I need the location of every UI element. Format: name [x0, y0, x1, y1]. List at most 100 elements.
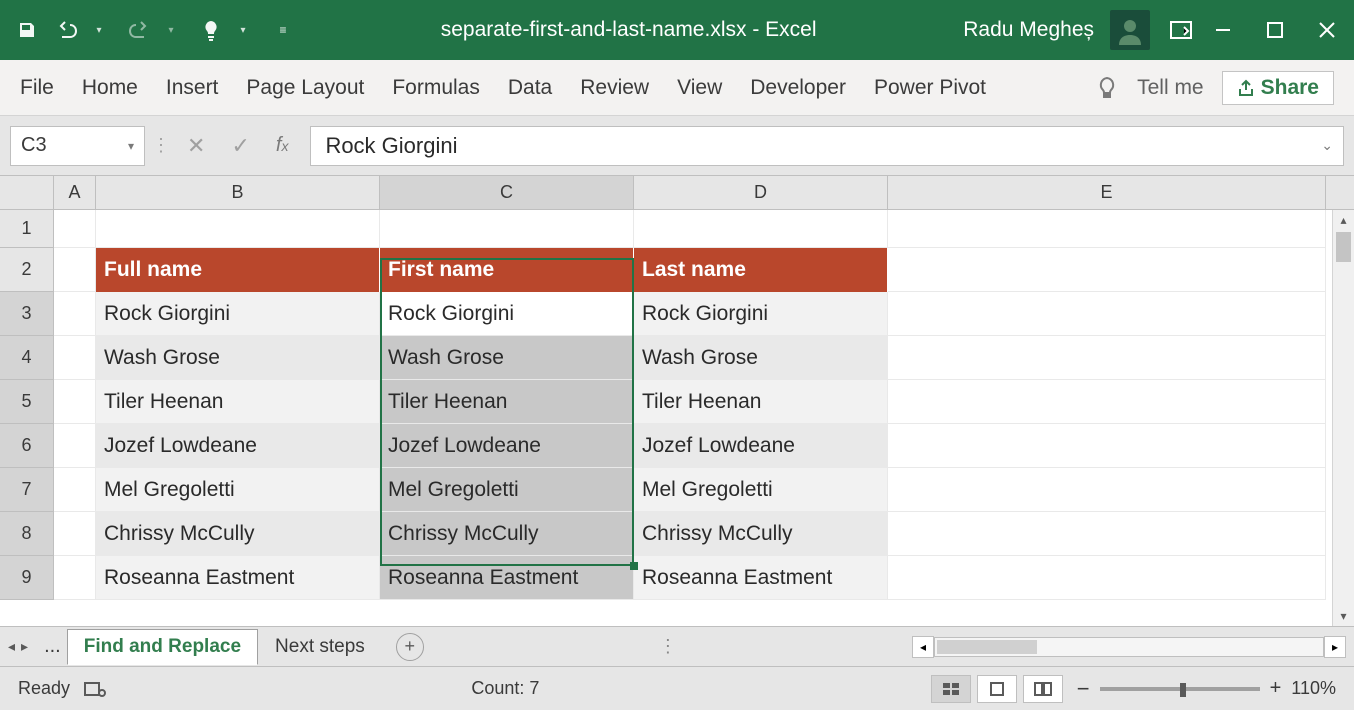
col-header-d[interactable]: D [634, 176, 888, 209]
cell-c3[interactable]: Rock Giorgini [380, 292, 634, 336]
vscroll-thumb[interactable] [1336, 232, 1351, 262]
cell-b6[interactable]: Jozef Lowdeane [96, 424, 380, 468]
accept-formula-icon[interactable]: ✓ [231, 133, 249, 159]
cell-b7[interactable]: Mel Gregoletti [96, 468, 380, 512]
cell-d7[interactable]: Mel Gregoletti [634, 468, 888, 512]
row-header-9[interactable]: 9 [0, 556, 54, 600]
cell-e2[interactable] [888, 248, 1326, 292]
insert-function-icon[interactable]: fx [276, 134, 289, 157]
ribbon-display-icon[interactable] [1170, 19, 1192, 41]
sheet-next-icon[interactable]: ▸ [21, 638, 28, 655]
close-icon[interactable] [1316, 19, 1338, 41]
tab-formulas[interactable]: Formulas [392, 76, 480, 100]
avatar[interactable] [1110, 10, 1150, 50]
sheet-tab-active[interactable]: Find and Replace [67, 629, 258, 665]
cell-a5[interactable] [54, 380, 96, 424]
undo-icon[interactable] [56, 19, 78, 41]
view-page-layout-icon[interactable] [977, 675, 1017, 703]
cell-a4[interactable] [54, 336, 96, 380]
tab-file[interactable]: File [20, 76, 54, 100]
vertical-scrollbar[interactable]: ▴ ▾ [1332, 210, 1354, 626]
cell-e6[interactable] [888, 424, 1326, 468]
cell-a7[interactable] [54, 468, 96, 512]
cell-b4[interactable]: Wash Grose [96, 336, 380, 380]
cell-c7[interactable]: Mel Gregoletti [380, 468, 634, 512]
hscroll-left-icon[interactable]: ◂ [912, 636, 934, 658]
cell-c5[interactable]: Tiler Heenan [380, 380, 634, 424]
cell-d6[interactable]: Jozef Lowdeane [634, 424, 888, 468]
cell-d1[interactable] [634, 210, 888, 248]
cell-b3[interactable]: Rock Giorgini [96, 292, 380, 336]
redo-dropdown-icon[interactable]: ▾ [160, 19, 182, 41]
tab-power-pivot[interactable]: Power Pivot [874, 76, 986, 100]
cell-b2[interactable]: Full name [96, 248, 380, 292]
cancel-formula-icon[interactable]: ✕ [187, 133, 205, 159]
zoom-slider[interactable] [1100, 687, 1260, 691]
view-page-break-icon[interactable] [1023, 675, 1063, 703]
cell-e7[interactable] [888, 468, 1326, 512]
row-header-2[interactable]: 2 [0, 248, 54, 292]
cell-b5[interactable]: Tiler Heenan [96, 380, 380, 424]
hscroll-right-icon[interactable]: ▸ [1324, 636, 1346, 658]
row-header-6[interactable]: 6 [0, 424, 54, 468]
tab-home[interactable]: Home [82, 76, 138, 100]
cell-e1[interactable] [888, 210, 1326, 248]
cell-c2[interactable]: First name [380, 248, 634, 292]
row-header-5[interactable]: 5 [0, 380, 54, 424]
cell-d9[interactable]: Roseanna Eastment [634, 556, 888, 600]
cell-a1[interactable] [54, 210, 96, 248]
redo-icon[interactable] [128, 19, 150, 41]
scroll-down-icon[interactable]: ▾ [1333, 606, 1354, 626]
horizontal-scrollbar[interactable]: ◂ ▸ [912, 636, 1346, 658]
name-box-dropdown-icon[interactable]: ▾ [128, 139, 134, 153]
cell-a6[interactable] [54, 424, 96, 468]
zoom-thumb[interactable] [1180, 683, 1186, 697]
row-header-3[interactable]: 3 [0, 292, 54, 336]
minimize-icon[interactable] [1212, 19, 1234, 41]
hscroll-track[interactable] [934, 637, 1324, 657]
view-normal-icon[interactable] [931, 675, 971, 703]
zoom-out-icon[interactable]: − [1077, 676, 1090, 702]
cell-d5[interactable]: Tiler Heenan [634, 380, 888, 424]
select-all-corner[interactable] [0, 176, 54, 209]
row-header-4[interactable]: 4 [0, 336, 54, 380]
cell-e3[interactable] [888, 292, 1326, 336]
cell-a2[interactable] [54, 248, 96, 292]
cell-c6[interactable]: Jozef Lowdeane [380, 424, 634, 468]
share-button[interactable]: Share [1222, 71, 1334, 105]
save-icon[interactable] [16, 19, 38, 41]
cell-d2[interactable]: Last name [634, 248, 888, 292]
row-header-1[interactable]: 1 [0, 210, 54, 248]
macro-record-icon[interactable] [84, 680, 106, 698]
cell-c4[interactable]: Wash Grose [380, 336, 634, 380]
row-header-8[interactable]: 8 [0, 512, 54, 556]
cell-d3[interactable]: Rock Giorgini [634, 292, 888, 336]
cell-a8[interactable] [54, 512, 96, 556]
cell-d4[interactable]: Wash Grose [634, 336, 888, 380]
tab-developer[interactable]: Developer [750, 76, 846, 100]
tab-insert[interactable]: Insert [166, 76, 219, 100]
col-header-e[interactable]: E [888, 176, 1326, 209]
formula-input[interactable]: Rock Giorgini ⌄ [310, 126, 1344, 166]
cell-e5[interactable] [888, 380, 1326, 424]
tab-data[interactable]: Data [508, 76, 552, 100]
maximize-icon[interactable] [1264, 19, 1286, 41]
tell-me-text[interactable]: Tell me [1137, 76, 1204, 100]
cell-b9[interactable]: Roseanna Eastment [96, 556, 380, 600]
lightbulb-dropdown-icon[interactable]: ▾ [232, 19, 254, 41]
tab-page-layout[interactable]: Page Layout [246, 76, 364, 100]
tab-view[interactable]: View [677, 76, 722, 100]
undo-dropdown-icon[interactable]: ▾ [88, 19, 110, 41]
zoom-level[interactable]: 110% [1291, 678, 1336, 699]
cell-c8[interactable]: Chrissy McCully [380, 512, 634, 556]
cell-a9[interactable] [54, 556, 96, 600]
customize-qat-icon[interactable]: ≡ [272, 19, 294, 41]
sheet-prev-icon[interactable]: ◂ [8, 638, 15, 655]
cell-c1[interactable] [380, 210, 634, 248]
selection-handle[interactable] [630, 562, 638, 570]
expand-formula-bar-icon[interactable]: ⌄ [1321, 137, 1333, 154]
tab-review[interactable]: Review [580, 76, 649, 100]
col-header-a[interactable]: A [54, 176, 96, 209]
cell-e8[interactable] [888, 512, 1326, 556]
add-sheet-icon[interactable]: + [396, 633, 424, 661]
